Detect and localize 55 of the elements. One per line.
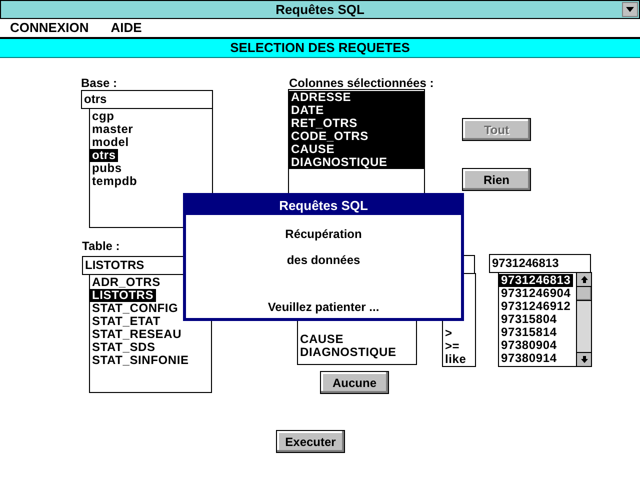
list-item[interactable]: STAT_ETAT xyxy=(90,315,162,328)
list-item[interactable]: 9731246904 xyxy=(499,287,573,300)
list-item[interactable]: otrs xyxy=(90,149,118,162)
push-button[interactable]: Aucune xyxy=(320,371,389,394)
list-item[interactable]: STAT_RESEAU xyxy=(90,328,184,341)
text-field[interactable]: 9731246813 xyxy=(489,254,591,273)
menu-item[interactable]: AIDE xyxy=(110,18,142,38)
dialog-message: des données xyxy=(286,253,360,267)
list-item[interactable]: ADRESSE xyxy=(289,91,424,104)
section-title: SELECTION DES REQUETES xyxy=(230,39,410,58)
field-label: Base : xyxy=(81,75,118,92)
list-item[interactable]: 9731246813 xyxy=(499,274,573,287)
dialog-message: Récupération xyxy=(285,227,362,241)
list-item[interactable]: STAT_SINFONIE xyxy=(90,354,191,367)
list-item[interactable]: pubs xyxy=(90,162,124,175)
dialog-message: Veuillez patienter ... xyxy=(268,300,380,314)
list-item[interactable]: STAT_CONFIG xyxy=(90,302,180,315)
window-menu-button[interactable] xyxy=(622,2,638,17)
list-item[interactable]: 97315814 xyxy=(499,326,559,339)
list-item[interactable]: 97380914 xyxy=(499,352,559,365)
dialog-title: Requêtes SQL xyxy=(186,196,461,215)
list-item[interactable]: >= xyxy=(443,340,462,353)
list-item[interactable]: DIAGNOSTIQUE xyxy=(298,346,398,359)
list-item[interactable]: cgp xyxy=(90,110,116,123)
list-item[interactable]: like xyxy=(443,353,468,366)
list-item[interactable]: DATE xyxy=(289,104,424,117)
list-item[interactable]: model xyxy=(90,136,131,149)
scrollbar[interactable] xyxy=(576,273,591,366)
list-item[interactable]: tempdb xyxy=(90,175,140,188)
menu-item[interactable]: CONNEXION xyxy=(10,18,89,38)
down-arrow-icon xyxy=(580,356,588,363)
list-item[interactable]: LISTOTRS xyxy=(90,289,156,302)
field-label: Table : xyxy=(82,238,120,255)
list-item[interactable]: CODE_OTRS xyxy=(289,130,424,143)
list-item[interactable]: 97380904 xyxy=(499,339,559,352)
up-arrow-icon xyxy=(580,276,588,283)
window-title: Requêtes SQL xyxy=(276,0,364,19)
list-item[interactable]: 97315804 xyxy=(499,313,559,326)
list-item[interactable]: > xyxy=(443,327,454,340)
field-label: Colonnes sélectionnées : xyxy=(289,75,434,92)
text-field[interactable]: otrs xyxy=(81,90,213,109)
scroll-up-button[interactable] xyxy=(577,273,591,287)
scroll-thumb[interactable] xyxy=(577,287,591,301)
caret-icon xyxy=(626,7,634,12)
list-item[interactable]: DIAGNOSTIQUE xyxy=(289,156,424,169)
list-item[interactable]: STAT_SDS xyxy=(90,341,158,354)
list-item[interactable]: CAUSE xyxy=(298,333,346,346)
list-item[interactable]: 9731246912 xyxy=(499,300,573,313)
scroll-down-button[interactable] xyxy=(577,352,591,366)
list-item[interactable]: CAUSE xyxy=(289,143,424,156)
list-item[interactable]: master xyxy=(90,123,136,136)
push-button[interactable]: Rien xyxy=(462,168,531,191)
list-item[interactable]: ADR_OTRS xyxy=(90,276,162,289)
list-item[interactable]: RET_OTRS xyxy=(289,117,424,130)
push-button[interactable]: Executer xyxy=(276,430,345,453)
